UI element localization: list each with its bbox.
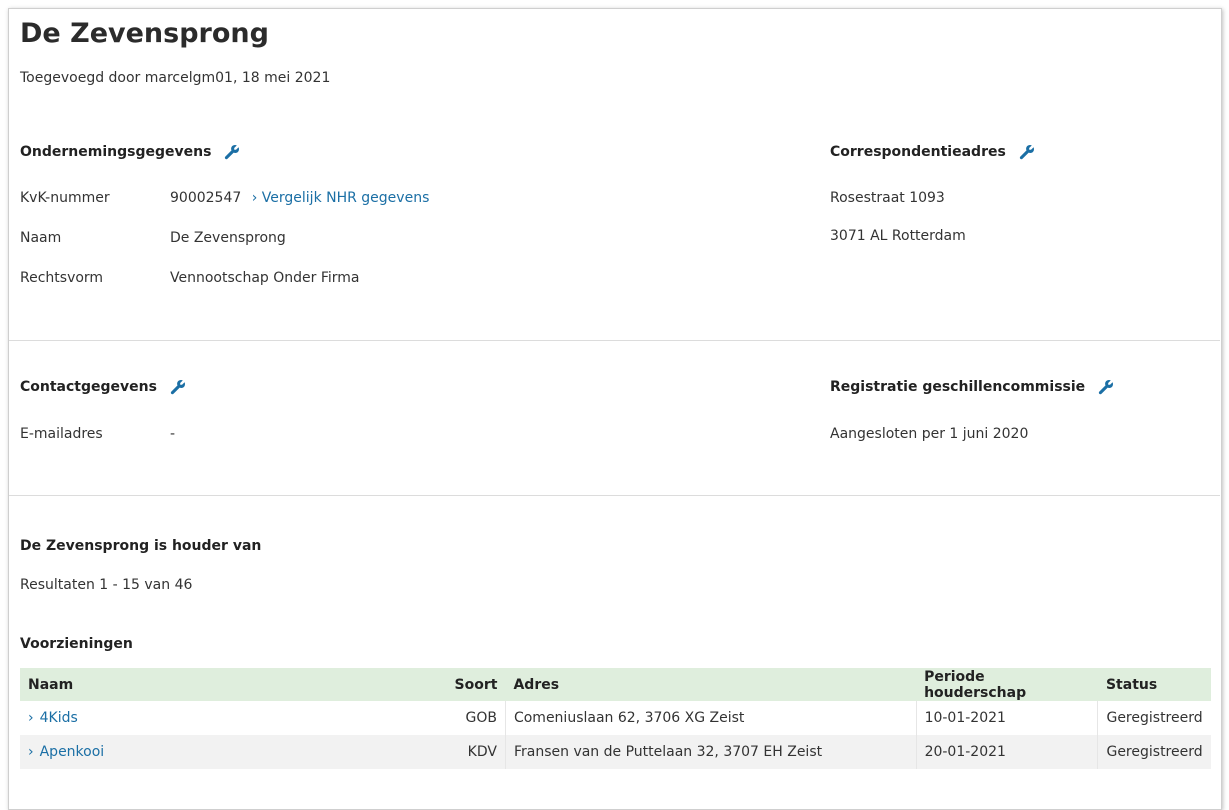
wrench-icon[interactable] <box>1018 143 1036 161</box>
facilities-heading: Voorzieningen <box>20 636 133 652</box>
facility-name-cell[interactable]: › Apenkooi <box>20 735 447 769</box>
name-value: De Zevensprong <box>170 230 286 246</box>
dispute-section-heading: Registratie geschillencommissie <box>830 378 1115 396</box>
results-count: Resultaten 1 - 15 van 46 <box>20 577 193 593</box>
facility-period: 20-01-2021 <box>915 735 1098 769</box>
facility-status: Geregistreerd <box>1097 701 1211 735</box>
facilities-table: Naam Soort Adres Periode houderschap Sta… <box>20 668 1211 769</box>
address-line-2: 3071 AL Rotterdam <box>830 228 966 244</box>
holder-heading: De Zevensprong is houder van <box>20 538 262 554</box>
facility-name-cell[interactable]: › 4Kids <box>20 701 447 735</box>
added-by-text: Toegevoegd door marcelgm01, 18 mei 2021 <box>20 70 331 86</box>
kvk-value: 90002547 <box>170 190 242 206</box>
column-header-naam[interactable]: Naam <box>20 668 447 701</box>
company-heading-label: Ondernemingsgegevens <box>20 144 212 160</box>
column-header-status[interactable]: Status <box>1097 668 1211 701</box>
facility-name-link[interactable]: 4Kids <box>40 710 78 726</box>
dispute-heading-label: Registratie geschillencommissie <box>830 379 1086 395</box>
facility-period: 10-01-2021 <box>915 701 1098 735</box>
facility-status: Geregistreerd <box>1097 735 1211 769</box>
wrench-icon[interactable] <box>1097 378 1115 396</box>
legal-form-value: Vennootschap Onder Firma <box>170 270 360 286</box>
kvk-label: KvK-nummer <box>20 190 110 206</box>
correspondence-section-heading: Correspondentieadres <box>830 143 1036 161</box>
facility-address: Fransen van de Puttelaan 32, 3707 EH Zei… <box>504 735 917 769</box>
chevron-right-icon: › <box>251 190 262 206</box>
table-header-row: Naam Soort Adres Periode houderschap Sta… <box>20 668 1211 701</box>
wrench-icon[interactable] <box>169 378 187 396</box>
legal-form-label: Rechtsvorm <box>20 270 104 286</box>
divider <box>9 495 1220 496</box>
column-header-adres[interactable]: Adres <box>505 668 917 701</box>
contact-section-heading: Contactgegevens <box>20 378 187 396</box>
name-label: Naam <box>20 230 62 246</box>
wrench-icon[interactable] <box>223 143 241 161</box>
facility-type: KDV <box>446 735 506 769</box>
column-header-periode[interactable]: Periode houderschap <box>916 668 1098 701</box>
divider <box>9 340 1220 341</box>
company-section-heading: Ondernemingsgegevens <box>20 143 241 161</box>
column-header-soort[interactable]: Soort <box>446 668 506 701</box>
table-row: › Apenkooi KDV Fransen van de Puttelaan 3… <box>20 735 1211 769</box>
facility-name-link[interactable]: Apenkooi <box>40 744 105 760</box>
address-line-1: Rosestraat 1093 <box>830 190 945 206</box>
chevron-right-icon: › <box>28 744 34 760</box>
kvk-value-row: 90002547 › Vergelijk NHR gegevens <box>170 190 429 206</box>
email-label: E-mailadres <box>20 426 103 442</box>
compare-nhr-link[interactable]: › Vergelijk NHR gegevens <box>252 190 430 206</box>
contact-heading-label: Contactgegevens <box>20 379 157 395</box>
email-value: - <box>170 426 176 442</box>
facility-address: Comeniuslaan 62, 3706 XG Zeist <box>504 701 917 735</box>
facility-type: GOB <box>465 710 497 726</box>
dispute-value: Aangesloten per 1 juni 2020 <box>830 426 1029 442</box>
chevron-right-icon: › <box>28 710 34 726</box>
page-title: De Zevensprong <box>20 18 269 49</box>
correspondence-heading-label: Correspondentieadres <box>830 144 1006 160</box>
compare-nhr-label: Vergelijk NHR gegevens <box>261 190 430 206</box>
table-row: › 4Kids GOB Comeniuslaan 62, 3706 XG Zeis… <box>20 701 1211 735</box>
